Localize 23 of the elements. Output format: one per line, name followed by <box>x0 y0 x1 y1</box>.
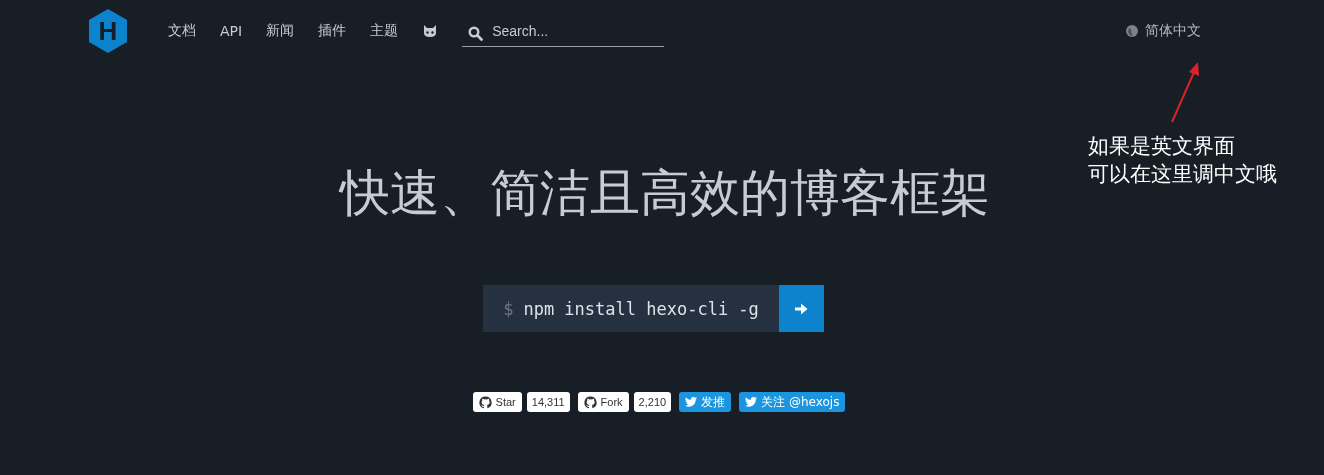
search-icon <box>468 25 484 41</box>
annotation-text: 可以在这里调中文哦 <box>1088 161 1278 188</box>
annotation-text: 如果是英文界面 <box>1088 133 1236 160</box>
github-button[interactable]: Star <box>472 392 522 412</box>
search-field[interactable]: Search... <box>462 15 665 47</box>
bird-icon <box>685 397 698 407</box>
start-button[interactable] <box>778 285 824 332</box>
nav-link[interactable]: API <box>220 23 243 39</box>
nav-link[interactable]: 文档 <box>168 22 196 40</box>
hero-title: 快速、简洁且高效的博客框架 <box>340 163 990 224</box>
nav-link[interactable]: 插件 <box>318 22 347 40</box>
count-badge[interactable]: 2,210 <box>633 392 672 412</box>
annotation-arrow <box>1168 60 1202 124</box>
prompt-sign: $ <box>503 298 514 319</box>
nav-link[interactable]: 新闻 <box>266 22 295 40</box>
logo[interactable]: H <box>88 8 128 54</box>
command-text: npm install hexo-cli -g <box>523 298 759 319</box>
count-badge[interactable]: 14,311 <box>526 392 570 412</box>
nav-link[interactable]: 主题 <box>370 22 399 40</box>
globe-icon <box>1126 25 1139 37</box>
bird-icon <box>745 397 758 407</box>
github-button[interactable]: Fork <box>577 392 629 412</box>
language-link[interactable]: 简体中文 <box>1126 22 1202 40</box>
